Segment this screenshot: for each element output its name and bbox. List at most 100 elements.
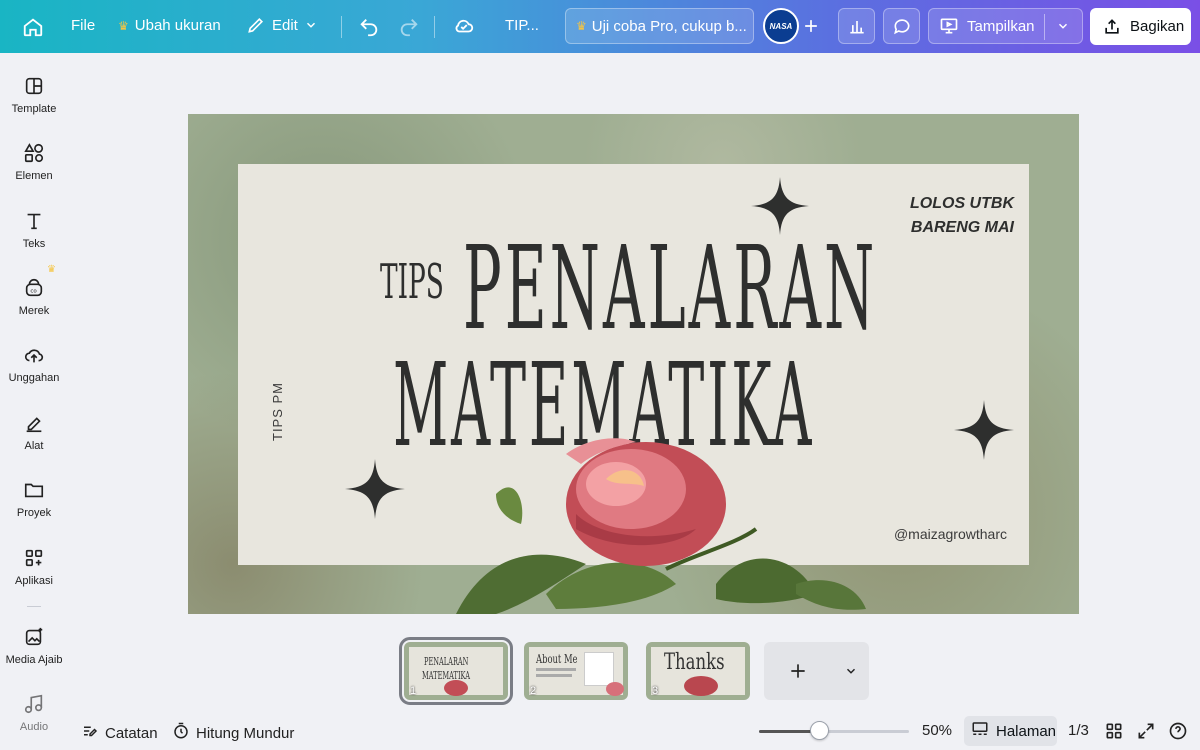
brand-line-2: BARENG MAI — [910, 219, 1014, 236]
document-title[interactable]: TIP... — [505, 17, 539, 34]
redo-icon[interactable] — [398, 16, 420, 38]
sidebar-item-template[interactable]: Template — [0, 75, 68, 115]
resize-button[interactable]: ♛ Ubah ukuran — [118, 17, 221, 34]
chevron-down-icon — [304, 18, 318, 32]
brand-text[interactable]: LOLOS UTBK BARENG MAI — [910, 192, 1014, 240]
edit-menu[interactable]: Edit — [246, 15, 318, 35]
insights-button[interactable] — [838, 8, 875, 44]
timer-icon — [172, 722, 190, 744]
sparkle-icon[interactable] — [751, 177, 809, 235]
zoom-level[interactable]: 50% — [922, 722, 952, 739]
sidebar-item-label: Aplikasi — [15, 575, 53, 587]
tips-heading[interactable]: TIPS — [380, 254, 444, 310]
page-counter: 1/3 — [1068, 722, 1089, 739]
countdown-label: Hitung Mundur — [196, 724, 295, 742]
grid-view-icon[interactable] — [1104, 721, 1124, 746]
undo-icon[interactable] — [358, 16, 380, 38]
cloud-upload-icon — [23, 344, 45, 366]
present-options-chevron-icon[interactable] — [1056, 19, 1070, 33]
sidebar-item-tools[interactable]: Alat — [0, 412, 68, 452]
share-icon — [1102, 17, 1122, 37]
sidebar-item-label: Elemen — [15, 170, 53, 182]
avatar[interactable]: NASA — [763, 8, 799, 44]
title-line-1[interactable]: PENALARAN — [463, 229, 877, 349]
sidebar-item-apps[interactable]: Aplikasi — [0, 547, 68, 587]
page-number: 3 — [652, 685, 659, 697]
thumbnail-title: Thanks — [664, 650, 725, 675]
sidebar-item-projects[interactable]: Proyek — [0, 479, 68, 519]
thumbnail-text-line — [536, 668, 576, 671]
notes-button[interactable]: Catatan — [81, 722, 158, 744]
sidebar-item-audio[interactable]: Audio — [0, 693, 68, 733]
present-label: Tampilkan — [967, 17, 1035, 35]
social-handle[interactable]: @maizagrowtharc — [894, 526, 1007, 542]
fullscreen-icon[interactable] — [1136, 721, 1156, 746]
zoom-slider-handle[interactable] — [810, 721, 829, 740]
shapes-icon — [23, 142, 45, 164]
page-thumbnail-2[interactable]: About Me 2 — [524, 642, 628, 700]
sidebar-item-label: Proyek — [16, 507, 52, 519]
sidebar-item-text[interactable]: Teks — [0, 210, 68, 250]
apps-icon — [23, 547, 45, 569]
comments-button[interactable] — [883, 8, 920, 44]
crown-icon: ♛ — [47, 264, 56, 275]
home-icon[interactable] — [22, 16, 44, 38]
draw-tool-icon — [23, 412, 45, 434]
pages-view-label: Halaman — [996, 722, 1057, 740]
sidebar-item-brand[interactable]: ♛ co Merek — [0, 264, 68, 317]
bar-chart-icon — [847, 16, 867, 36]
countdown-button[interactable]: Hitung Mundur — [172, 722, 294, 744]
help-icon[interactable] — [1168, 721, 1188, 746]
page-number: 2 — [530, 685, 537, 697]
cloud-saved-icon[interactable] — [452, 15, 476, 37]
sidebar-item-magic-media[interactable]: Media Ajaib — [0, 626, 68, 666]
sidebar-item-label: Template — [11, 103, 57, 115]
page-thumbnail-1[interactable]: PENALARAN MATEMATIKA 1 — [399, 637, 513, 705]
brand-icon: co — [23, 277, 45, 299]
vertical-label[interactable]: TIPS PM — [270, 382, 285, 441]
sidebar-item-uploads[interactable]: Unggahan — [0, 344, 68, 384]
crown-icon: ♛ — [576, 19, 587, 33]
top-toolbar: File ♛ Ubah ukuran Edit TIP... ♛ Uji cob… — [0, 0, 1200, 53]
file-label: File — [71, 17, 96, 34]
avatar-text: NASA — [769, 21, 793, 31]
pages-icon — [970, 720, 990, 742]
sidebar-item-label: Media Ajaib — [5, 654, 63, 666]
sparkle-icon[interactable] — [345, 459, 405, 519]
add-page-icon[interactable] — [788, 661, 808, 686]
sidebar-item-label: Unggahan — [8, 372, 60, 384]
sidebar-item-label: Merek — [18, 305, 50, 317]
page-counter-text: 1/3 — [1068, 722, 1089, 739]
comment-icon — [892, 16, 912, 36]
pro-trial-button[interactable]: ♛ Uji coba Pro, cukup b... — [565, 8, 754, 44]
crown-icon: ♛ — [118, 18, 129, 33]
present-icon — [939, 16, 959, 36]
sidebar-item-label: Alat — [24, 440, 44, 452]
thumbnail-text-line — [536, 674, 572, 677]
sparkle-icon[interactable] — [954, 400, 1014, 460]
text-icon — [23, 210, 45, 232]
divider — [341, 16, 342, 38]
zoom-level-text: 50% — [922, 722, 953, 739]
rose-illustration[interactable] — [416, 434, 876, 614]
thumbnail-photo — [584, 652, 614, 686]
thumbnail-rose — [444, 680, 468, 696]
brand-line-1: LOLOS UTBK — [910, 195, 1014, 212]
sidebar-item-elements[interactable]: Elemen — [0, 142, 68, 182]
add-collaborator-icon[interactable] — [801, 16, 821, 36]
thumbnail-subtitle: MATEMATIKA — [422, 669, 470, 682]
design-canvas[interactable]: LOLOS UTBK BARENG MAI TIPS PENALARAN MAT… — [188, 114, 1079, 614]
page-thumbnail-3[interactable]: Thanks 3 — [646, 642, 750, 700]
file-menu[interactable]: File — [71, 17, 95, 34]
music-note-icon — [23, 693, 45, 715]
page-number: 1 — [410, 685, 417, 697]
magic-media-icon — [23, 626, 45, 648]
notes-label: Catatan — [105, 724, 158, 742]
pages-view-button[interactable]: Halaman — [964, 716, 1057, 746]
svg-text:co: co — [30, 289, 37, 295]
thumbnail-title: About Me — [536, 652, 578, 666]
sidebar-item-label: Teks — [22, 238, 46, 250]
document-title-text: TIP... — [505, 17, 539, 34]
chevron-down-icon[interactable] — [844, 664, 858, 683]
share-button[interactable]: Bagikan — [1090, 8, 1191, 45]
